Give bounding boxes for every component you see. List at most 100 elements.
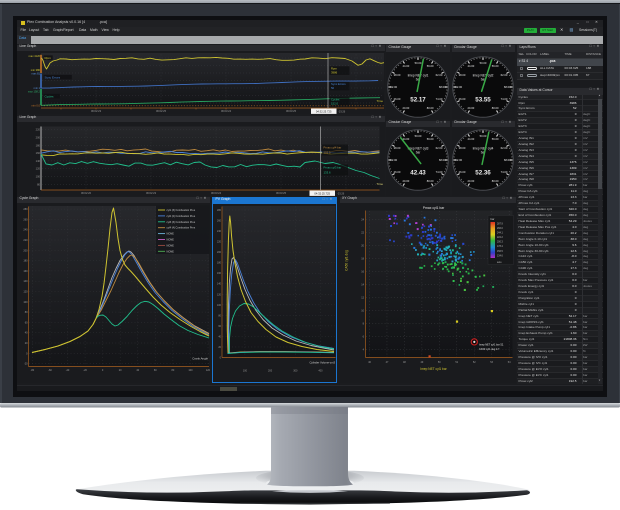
svg-text:20.00: 20.00 [403,179,410,183]
svg-text:Pmax cyl3 bar: Pmax cyl3 bar [324,165,342,169]
svg-text:Pmax cyl4 bar: Pmax cyl4 bar [324,145,342,149]
svg-text:68.00: 68.00 [439,158,446,162]
svg-text:0: 0 [220,356,222,359]
svg-text:Rpm: Rpm [45,55,52,59]
svg-text:-20: -20 [24,362,28,365]
svg-text:4: 4 [362,348,364,351]
svg-text:40: 40 [25,331,28,334]
svg-text:120: 120 [23,290,28,293]
svg-text:Sync Errors: Sync Errors [45,75,61,79]
svg-text:46: 46 [368,361,371,364]
svg-text:Imep NET cyl1 bar: Imep NET cyl1 bar [420,367,447,371]
svg-text:06:03:24: 06:03:24 [211,191,222,195]
svg-text:222.2: 222.2 [497,237,504,239]
svg-text:160: 160 [217,272,222,275]
svg-text:260: 260 [217,219,222,222]
svg-text:56.00: 56.00 [492,137,499,141]
svg-text:102.5: 102.5 [324,150,331,154]
svg-text:220: 220 [23,239,28,242]
svg-text:max 81: max 81 [31,71,40,75]
svg-text:20: 20 [361,244,364,247]
svg-text:50: 50 [437,361,440,364]
svg-text:200: 200 [268,369,273,372]
svg-text:180: 180 [36,143,41,147]
svg-text:74.00: 74.00 [436,170,443,174]
svg-text:min 1: min 1 [34,85,41,89]
svg-text:NONE: NONE [167,237,175,241]
svg-text:50.00: 50.00 [415,60,422,64]
svg-text:120: 120 [206,369,210,372]
svg-text:20: 20 [119,369,122,372]
svg-text:140: 140 [36,158,41,162]
svg-text:10: 10 [361,309,364,312]
svg-text:48: 48 [403,361,406,364]
svg-text:42.43: 42.43 [410,170,426,177]
svg-text:56.00: 56.00 [492,64,499,68]
svg-text:40: 40 [218,335,221,338]
svg-text:60: 60 [154,369,157,372]
svg-text:32.00: 32.00 [391,158,398,162]
svg-text:178.4: 178.4 [497,246,504,248]
svg-text:cyl4 (4) Combustion Pres: cyl4 (4) Combustion Pres [167,225,196,229]
svg-text:120: 120 [36,166,41,170]
svg-text:Cycles: Cycles [45,94,55,98]
svg-text:68.00: 68.00 [439,85,446,89]
svg-text:200.3: 200.3 [497,241,504,243]
svg-text:68.00: 68.00 [504,158,511,162]
svg-text:32.00: 32.00 [391,85,398,89]
svg-text:51: 51 [455,361,458,364]
svg-text:52.17: 52.17 [410,96,426,103]
svg-text:04:32:25.725: 04:32:25.725 [316,109,332,113]
svg-text:min 0.0: min 0.0 [31,103,40,107]
svg-text:80: 80 [218,314,221,317]
svg-text:38.00: 38.00 [394,73,401,77]
svg-text:50.00: 50.00 [480,134,487,138]
svg-text:47: 47 [385,361,388,364]
svg-text:20.00: 20.00 [468,179,475,183]
svg-text:62.00: 62.00 [436,146,443,150]
svg-text:80.00: 80.00 [492,106,499,110]
svg-text:20.00: 20.00 [468,106,475,110]
svg-text:18: 18 [361,257,364,260]
svg-text:74.00: 74.00 [501,170,508,174]
svg-text:200: 200 [217,251,222,254]
svg-text:100: 100 [36,174,41,178]
svg-text:26.00: 26.00 [394,97,401,101]
svg-text:244.1: 244.1 [497,232,504,234]
svg-text:6: 6 [362,335,364,338]
svg-text:53.55: 53.55 [476,96,492,103]
svg-text:266.0: 266.0 [497,228,504,230]
svg-text:62.00: 62.00 [501,73,508,77]
svg-text:40: 40 [136,369,139,372]
svg-text:44.00: 44.00 [403,64,410,68]
svg-text:134.6: 134.6 [497,255,504,257]
svg-text:100: 100 [188,369,193,372]
svg-text:CA50 cyl1 deg 4.7: CA50 cyl1 deg 4.7 [479,348,500,351]
svg-text:16: 16 [361,270,364,273]
svg-text:152.0: 152.0 [331,101,338,105]
svg-text:14: 14 [361,283,364,286]
svg-text:200: 200 [23,249,28,252]
svg-text:0: 0 [26,352,28,355]
svg-text:56.00: 56.00 [427,137,434,141]
svg-text:26.00: 26.00 [459,97,466,101]
svg-text:8: 8 [362,322,364,325]
svg-text:50: 50 [331,86,335,90]
svg-text:140: 140 [217,282,222,285]
svg-text:62.00: 62.00 [436,73,443,77]
svg-text:bar: bar [490,217,494,221]
svg-text:49: 49 [420,361,423,364]
svg-text:auto: auto [497,261,502,264]
svg-text:80: 80 [37,182,40,186]
svg-text:54: 54 [507,361,510,364]
svg-text:-40: -40 [66,369,70,372]
svg-text:03:26: 03:26 [338,191,345,195]
svg-text:80.00: 80.00 [427,179,434,183]
svg-text:50.00: 50.00 [415,134,422,138]
svg-text:44.00: 44.00 [468,64,475,68]
svg-text:53: 53 [490,361,493,364]
svg-text:220: 220 [36,127,41,131]
svg-text:cyl1 (3) Combustion Pres: cyl1 (3) Combustion Pres [167,208,196,212]
svg-text:20: 20 [218,346,221,349]
svg-text:max 158.2: max 158.2 [28,89,41,93]
